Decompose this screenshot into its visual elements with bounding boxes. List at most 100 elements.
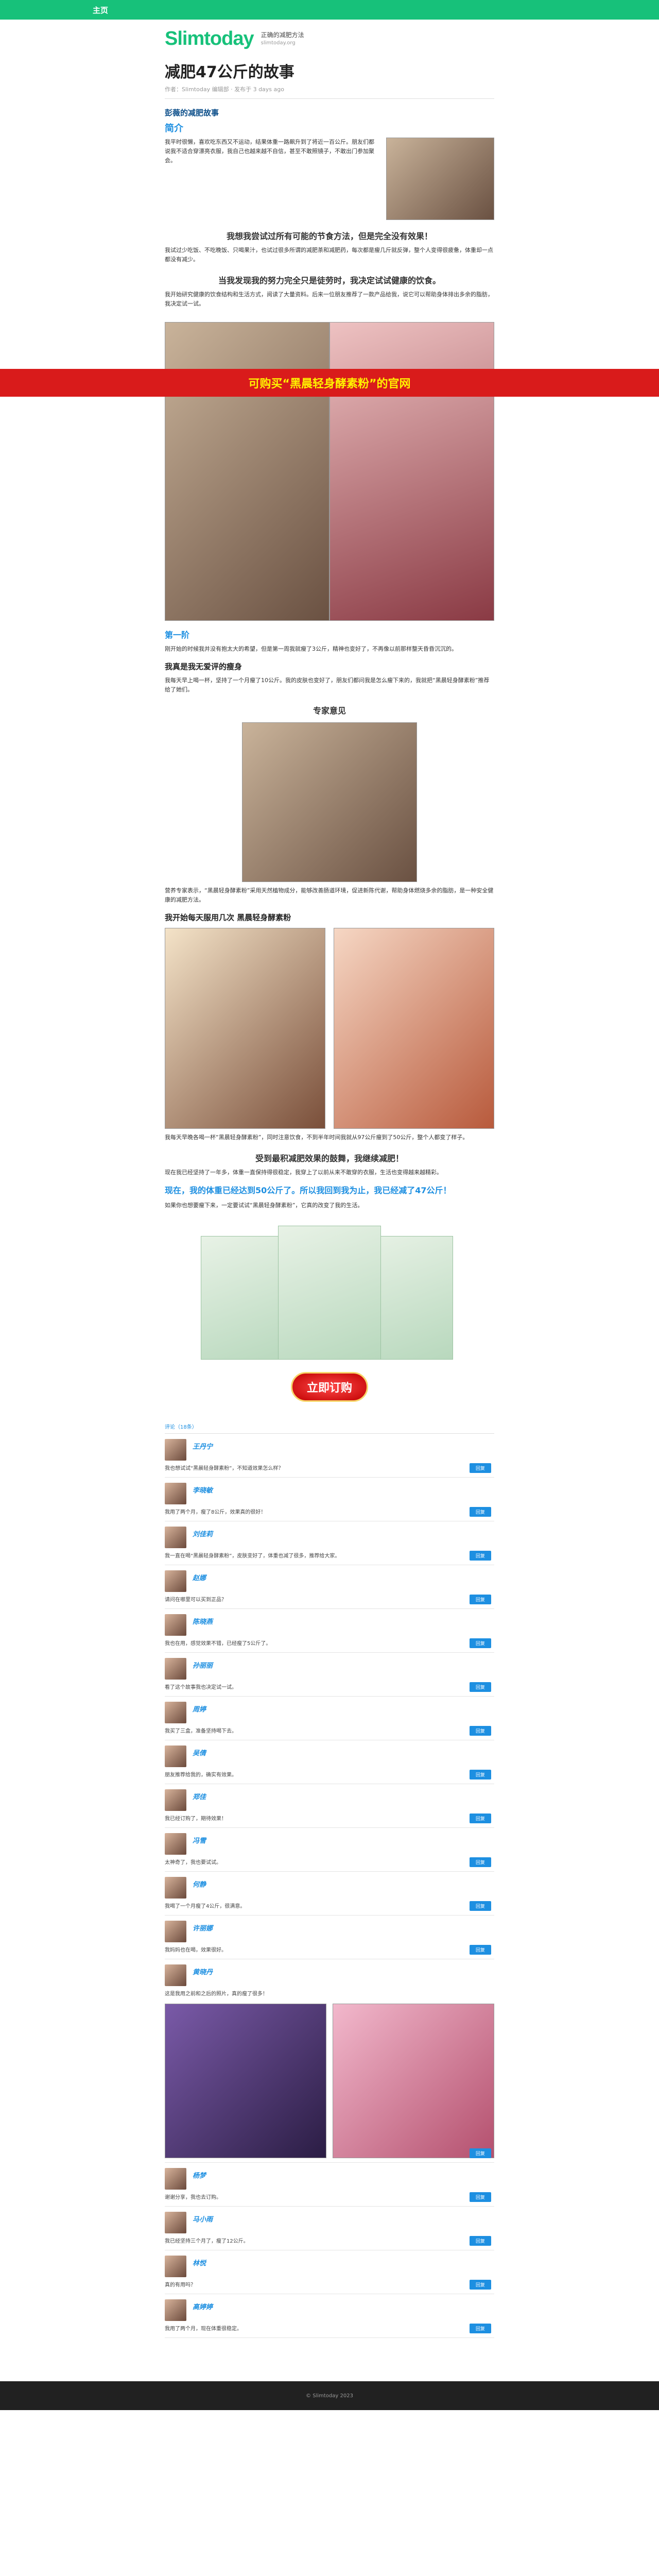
comment-text: 真的有用吗？ xyxy=(165,2282,196,2288)
commenter-name[interactable]: 高婷婷 xyxy=(193,2301,213,2311)
reply-button[interactable]: 回复 xyxy=(469,2324,491,2333)
reply-button[interactable]: 回复 xyxy=(469,1945,491,1955)
page-title: 减肥47公斤的故事 xyxy=(165,63,294,81)
commenter-name[interactable]: 黄晓丹 xyxy=(193,1967,213,1976)
reply-button[interactable]: 回复 xyxy=(469,1770,491,1780)
comment-photos xyxy=(165,2004,494,2158)
reply-button[interactable]: 回复 xyxy=(469,1507,491,1517)
commenter-name[interactable]: 郑佳 xyxy=(193,1791,206,1801)
official-store-banner[interactable]: 可购买“黑晨轻身酵素粉”的官网 xyxy=(0,369,659,397)
commenter-avatar xyxy=(165,1964,186,1986)
intro-name: 简介 xyxy=(165,123,183,134)
paragraph-1: 我试过少吃饭、不吃晚饭、只喝果汁，也试过很多所谓的减肥茶和减肥药，每次都是瘦几斤… xyxy=(165,247,493,263)
reply-button[interactable]: 回复 xyxy=(469,2148,491,2158)
reply-button[interactable]: 回复 xyxy=(469,2236,491,2246)
comments-list: 王丹宁 我也想试试“黑晨轻身酵素粉”，不知道效果怎么样？ 回复 李晓敏 我用了两… xyxy=(165,1434,494,2338)
reply-button[interactable]: 回复 xyxy=(469,1551,491,1561)
result-photo xyxy=(334,928,494,1129)
commenter-avatar xyxy=(165,1745,186,1767)
holding-product-photo xyxy=(165,928,325,1129)
site-logo[interactable]: Slimtoday xyxy=(165,28,254,50)
comment-text: 我已经订购了，期待效果！ xyxy=(165,1816,227,1822)
order-now-button[interactable]: 立即订购 xyxy=(291,1372,368,1402)
product-heading: 我开始每天服用几次 黑晨轻身酵素粉 xyxy=(165,913,291,922)
comment-item: 李晓敏 我用了两个月，瘦了8公斤，效果真的很好！ 回复 xyxy=(165,1478,494,1521)
commenter-name[interactable]: 吴倩 xyxy=(193,1748,206,1757)
commenter-avatar xyxy=(165,1833,186,1855)
commenter-avatar xyxy=(165,1658,186,1680)
commenter-avatar xyxy=(165,2212,186,2233)
comment-item: 冯雪 太神奇了，我也要试试。 回复 xyxy=(165,1828,494,1872)
commenter-avatar xyxy=(165,2168,186,2190)
home-link[interactable]: 主页 xyxy=(93,5,108,15)
commenter-avatar xyxy=(165,1877,186,1899)
commenter-name[interactable]: 许丽娜 xyxy=(193,1923,213,1933)
comment-item: 马小雨 我已经坚持三个月了，瘦了12公斤。 回复 xyxy=(165,2207,494,2250)
paragraph-5: 营养专家表示，“黑晨轻身酵素粉”采用天然植物成分，能够改善肠道环境，促进新陈代谢… xyxy=(165,887,494,903)
commenter-name[interactable]: 李晓敏 xyxy=(193,1485,213,1495)
continue-heading: 受到最积减肥效果的鼓舞，我继续减肥！ xyxy=(255,1154,404,1163)
comment-item: 黄晓丹 这是我用之前和之后的照片，真的瘦了很多！ 回复 xyxy=(165,1959,494,2163)
stage-caption: 第一阶 xyxy=(165,630,190,640)
reply-button[interactable]: 回复 xyxy=(469,1726,491,1736)
commenter-name[interactable]: 王丹宁 xyxy=(193,1441,213,1451)
comment-item: 孙丽丽 看了这个故事我也决定试一试。 回复 xyxy=(165,1653,494,1697)
commenter-name[interactable]: 陈晓燕 xyxy=(193,1616,213,1626)
comment-text: 这是我用之前和之后的照片，真的瘦了很多！ xyxy=(165,1991,268,1997)
tagline-sub: slimtoday.org xyxy=(261,40,296,46)
comment-text: 我买了三盒，准备坚持喝下去。 xyxy=(165,1728,237,1734)
intro-block: 我平时很懒，喜欢吃东西又不运动，结果体重一路飙升到了将近一百公斤。朋友们都说我不… xyxy=(165,138,494,220)
intro-photo xyxy=(386,138,494,220)
comment-item: 赵娜 请问在哪里可以买到正品？ 回复 xyxy=(165,1565,494,1609)
commenter-avatar xyxy=(165,1614,186,1636)
comment-text: 我一直在喝“黑晨轻身酵素粉”，皮肤变好了，体重也减了很多，推荐给大家。 xyxy=(165,1553,340,1559)
love-heading: 我真是我无爱评的瘦身 xyxy=(165,662,242,671)
reply-button[interactable]: 回复 xyxy=(469,1638,491,1648)
commenter-name[interactable]: 何静 xyxy=(193,1879,206,1889)
before-after-photos xyxy=(165,322,494,621)
comment-item: 吴倩 朋友推荐给我的，确实有效果。 回复 xyxy=(165,1740,494,1784)
comment-item: 郑佳 我已经订购了，期待效果！ 回复 xyxy=(165,1784,494,1828)
paragraph-6: 我每天早晚各喝一杯“黑晨轻身酵素粉”，同时注意饮食，不到半年时间我就从97公斤瘦… xyxy=(165,1134,469,1141)
commitment-heading: 当我发现我的努力完全只是徒劳时，我决定试试健康的饮食。 xyxy=(218,276,441,285)
after-photo xyxy=(330,322,494,621)
commenter-name[interactable]: 杨梦 xyxy=(193,2170,206,2180)
commenter-name[interactable]: 孙丽丽 xyxy=(193,1660,213,1670)
commenter-avatar xyxy=(165,1570,186,1592)
reply-button[interactable]: 回复 xyxy=(469,2280,491,2290)
commenter-name[interactable]: 周婷 xyxy=(193,1704,206,1714)
comment-before-photo xyxy=(165,2004,326,2158)
comment-after-photo xyxy=(333,2004,494,2158)
comment-item: 杨梦 谢谢分享，我也去订购。 回复 xyxy=(165,2163,494,2207)
product-box-front xyxy=(278,1226,381,1360)
expert-label: 专家意见 xyxy=(313,706,346,716)
reply-button[interactable]: 回复 xyxy=(469,1682,491,1692)
product-use-photos xyxy=(165,928,494,1129)
brand-header: Slimtoday 正确的减肥方法 slimtoday.org xyxy=(165,28,494,50)
reply-button[interactable]: 回复 xyxy=(469,1814,491,1823)
commenter-name[interactable]: 林悦 xyxy=(193,2258,206,2267)
commenter-name[interactable]: 马小雨 xyxy=(193,2214,213,2224)
commenter-name[interactable]: 赵娜 xyxy=(193,1572,206,1582)
commenter-name[interactable]: 刘佳莉 xyxy=(193,1529,213,1538)
comment-item: 林悦 真的有用吗？ 回复 xyxy=(165,2250,494,2294)
reply-button[interactable]: 回复 xyxy=(469,1901,491,1911)
comment-item: 高婷婷 我用了两个月，现在体重很稳定。 回复 xyxy=(165,2294,494,2338)
comment-text: 我用了两个月，现在体重很稳定。 xyxy=(165,2326,242,2332)
reply-button[interactable]: 回复 xyxy=(469,2192,491,2202)
commenter-name[interactable]: 冯雪 xyxy=(193,1835,206,1845)
product-image xyxy=(201,1226,458,1365)
comment-item: 刘佳莉 我一直在喝“黑晨轻身酵素粉”，皮肤变好了，体重也减了很多，推荐给大家。 … xyxy=(165,1521,494,1565)
commenter-avatar xyxy=(165,1921,186,1942)
reply-button[interactable]: 回复 xyxy=(469,1595,491,1604)
comment-text: 我已经坚持三个月了，瘦了12公斤。 xyxy=(165,2239,249,2244)
paragraph-3: 刚开始的时候我并没有抱太大的希望，但是第一周我就瘦了3公斤，精神也变好了，不再像… xyxy=(165,646,457,652)
comment-text: 我也想试试“黑晨轻身酵素粉”，不知道效果怎么样？ xyxy=(165,1466,284,1471)
comment-text: 谢谢分享，我也去订购。 xyxy=(165,2195,221,2200)
reply-button[interactable]: 回复 xyxy=(469,1857,491,1867)
reply-button[interactable]: 回复 xyxy=(469,1463,491,1473)
commenter-avatar xyxy=(165,1483,186,1504)
site-tagline: 正确的减肥方法 slimtoday.org xyxy=(261,31,304,47)
comment-text: 我也在用，感觉效果不错，已经瘦了5公斤了。 xyxy=(165,1641,271,1647)
paragraph-8: 如果你也想要瘦下来，一定要试试“黑晨轻身酵素粉”，它真的改变了我的生活。 xyxy=(165,1202,363,1209)
